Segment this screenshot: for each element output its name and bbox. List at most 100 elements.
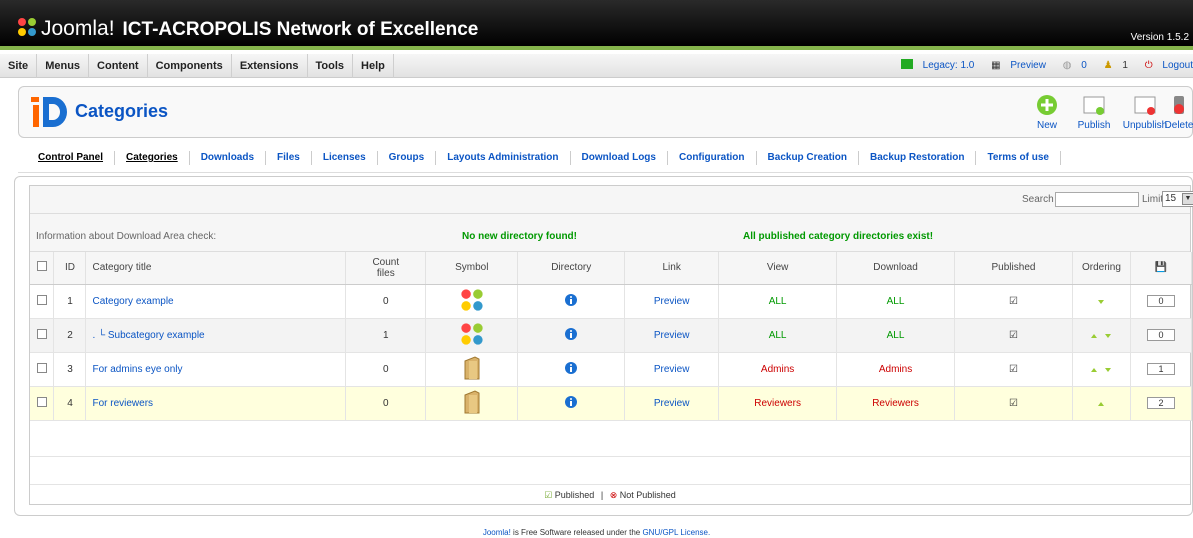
info-row: Information about Download Area check: N… [30, 214, 1190, 252]
publish-button[interactable]: Publish [1069, 93, 1119, 131]
filter-row: Search Limit 15 ▼ [30, 186, 1193, 214]
order-input[interactable]: 0 [1130, 284, 1193, 319]
admin-form: Search Limit 15 ▼ Information about Downl… [29, 185, 1193, 505]
joomla-link[interactable]: Joomla! [483, 528, 511, 537]
users-icon: ♟ [1103, 60, 1113, 71]
submenu-backup-creation[interactable]: Backup Creation [757, 151, 859, 165]
col-id[interactable]: ID [53, 252, 87, 285]
submenu-files[interactable]: Files [266, 151, 312, 165]
messages-count[interactable]: ◍ 0 [1056, 60, 1087, 71]
save-order-icon[interactable]: 💾 [1130, 252, 1193, 285]
preview-link[interactable]: Preview [624, 284, 720, 319]
move-up-icon[interactable] [1091, 367, 1098, 372]
row-id: 3 [53, 352, 87, 387]
menu-content[interactable]: Content [89, 54, 148, 78]
pagination-area [30, 429, 1190, 485]
info-label: Information about Download Area check: [36, 231, 217, 242]
submenu-layouts[interactable]: Layouts Administration [436, 151, 571, 165]
menu-components[interactable]: Components [148, 54, 232, 78]
submenu-download-logs[interactable]: Download Logs [571, 151, 668, 165]
preview-link[interactable]: Preview [624, 352, 720, 387]
add-icon [1037, 95, 1057, 115]
category-title-link[interactable]: For reviewers [85, 386, 347, 421]
view-access: ALL [718, 318, 838, 353]
limit-select[interactable]: 15 ▼ [1162, 191, 1193, 207]
submenu-groups[interactable]: Groups [378, 151, 437, 165]
order-input[interactable]: 2 [1130, 386, 1193, 421]
limit-label: Limit [1142, 194, 1164, 205]
menu-help[interactable]: Help [353, 54, 394, 78]
submenu-configuration[interactable]: Configuration [668, 151, 757, 165]
category-title-link[interactable]: For admins eye only [85, 352, 347, 387]
category-title-link[interactable]: Category example [85, 284, 347, 319]
menu-extensions[interactable]: Extensions [232, 54, 308, 78]
move-up-icon[interactable] [1098, 401, 1105, 406]
published-check-icon[interactable]: ☑ [954, 386, 1073, 421]
preview-link[interactable]: ▦ Preview [984, 60, 1046, 71]
info-icon[interactable] [517, 284, 626, 319]
logout-icon: ⏻ [1144, 60, 1153, 71]
submenu-terms[interactable]: Terms of use [976, 151, 1061, 165]
published-icon: ☑ [544, 490, 553, 500]
menu-site[interactable]: Site [0, 54, 38, 78]
submenu-control-panel[interactable]: Control Panel [18, 151, 116, 165]
toolbar-box: Categories New Publish Unpublish Delete [18, 86, 1193, 138]
preview-link[interactable]: Preview [624, 318, 720, 353]
submenu-categories[interactable]: Categories [115, 151, 190, 165]
select-all-checkbox[interactable] [30, 252, 55, 285]
preview-link[interactable]: Preview [624, 386, 720, 421]
row-checkbox[interactable] [30, 284, 55, 319]
col-directory: Directory [517, 252, 626, 285]
published-check-icon[interactable]: ☑ [954, 318, 1073, 353]
row-checkbox[interactable] [30, 352, 55, 387]
submenu-backup-restoration[interactable]: Backup Restoration [859, 151, 977, 165]
move-down-icon[interactable] [1105, 333, 1112, 338]
menu-menus[interactable]: Menus [37, 54, 90, 78]
jd-logo-icon [31, 97, 67, 127]
move-up-icon[interactable] [1091, 333, 1098, 338]
col-title[interactable]: Category title [85, 252, 347, 285]
col-ordering[interactable]: Ordering [1072, 252, 1131, 285]
not-published-icon: ⊗ [609, 490, 618, 500]
folder-symbol-icon [425, 352, 519, 387]
row-checkbox[interactable] [30, 386, 55, 421]
info-icon[interactable] [517, 386, 626, 421]
order-arrows[interactable] [1072, 284, 1131, 319]
order-input[interactable]: 1 [1130, 352, 1193, 387]
license-link[interactable]: GNU/GPL License. [642, 528, 710, 537]
submenu-downloads[interactable]: Downloads [190, 151, 267, 165]
menu-tools[interactable]: Tools [308, 54, 354, 78]
info-icon[interactable] [517, 352, 626, 387]
info-icon[interactable] [517, 318, 626, 353]
order-arrows[interactable] [1072, 352, 1131, 387]
logout-link[interactable]: ⏻ Logout [1138, 60, 1193, 71]
col-symbol: Symbol [425, 252, 519, 285]
download-access: Admins [836, 352, 956, 387]
order-arrows[interactable] [1072, 386, 1131, 421]
table-header: ID Category title Count files Symbol Dir… [30, 252, 1193, 285]
move-down-icon[interactable] [1098, 299, 1105, 304]
view-access: ALL [718, 284, 838, 319]
submenu-licenses[interactable]: Licenses [312, 151, 378, 165]
col-published[interactable]: Published [954, 252, 1073, 285]
move-down-icon[interactable] [1105, 367, 1112, 372]
row-checkbox[interactable] [30, 318, 55, 353]
published-check-icon[interactable]: ☑ [954, 284, 1073, 319]
legacy-icon [900, 59, 913, 69]
delete-button[interactable]: Delete [1154, 93, 1193, 131]
order-arrows[interactable] [1072, 318, 1131, 353]
joomla-symbol-icon [425, 284, 519, 319]
table-row: 1 Category example 0 Preview ALL ALL ☑ 0 [30, 284, 1193, 319]
published-message: All published category directories exist… [743, 231, 934, 242]
order-input[interactable]: 0 [1130, 318, 1193, 353]
footer: Joomla! is Free Software released under … [0, 528, 1193, 537]
search-input[interactable] [1055, 192, 1139, 207]
table-row: 3 For admins eye only 0 Preview Admins A… [30, 352, 1193, 387]
published-check-icon[interactable]: ☑ [954, 352, 1073, 387]
count-files: 0 [345, 386, 427, 421]
site-name: ICT-ACROPOLIS Network of Excellence [122, 19, 479, 40]
new-button[interactable]: New [1022, 93, 1072, 131]
category-title-link[interactable]: . └ Subcategory example [85, 318, 347, 353]
status-bar: Legacy: 1.0 ▦ Preview ◍ 0 ♟ 1 ⏻ Logout [887, 54, 1193, 78]
row-id: 2 [53, 318, 87, 353]
